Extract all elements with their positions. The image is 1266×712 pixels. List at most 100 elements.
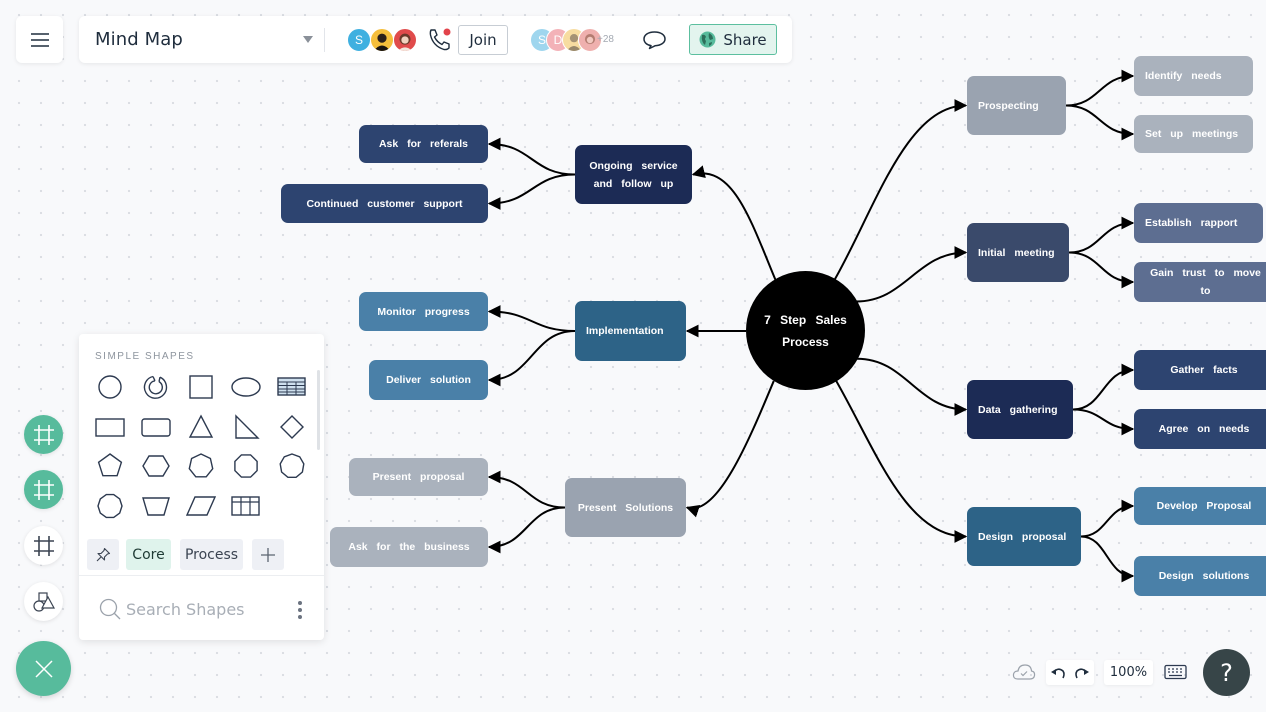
- leaf-node-design-2[interactable]: Design solutions: [1134, 556, 1266, 596]
- share-button[interactable]: Share: [689, 24, 777, 55]
- central-topic-label: 7 Step Sales Process: [764, 312, 847, 349]
- panel-divider: [79, 575, 324, 576]
- search-shapes-input[interactable]: Search Shapes: [126, 600, 245, 619]
- tab-core[interactable]: Core: [126, 539, 171, 570]
- phone-call-icon[interactable]: [427, 27, 453, 53]
- zoom-level[interactable]: 100%: [1104, 660, 1153, 685]
- leaf-node-design-1[interactable]: Develop Proposal: [1134, 487, 1266, 525]
- shapes-icon: [32, 591, 55, 612]
- branch-node-prospecting-label: Prospecting: [978, 99, 1039, 112]
- leaf-node-design-2-label: Design solutions: [1158, 570, 1250, 582]
- leaf-node-prospecting-2[interactable]: Set up meetings: [1134, 115, 1253, 153]
- tab-process[interactable]: Process: [180, 539, 243, 570]
- leaf-node-initial-2[interactable]: Gain trust to move to: [1134, 262, 1266, 302]
- document-title[interactable]: Mind Map: [95, 29, 183, 50]
- more-options-icon[interactable]: [295, 599, 305, 621]
- frame-tool-button[interactable]: [24, 415, 63, 454]
- branch-node-implementation[interactable]: Implementation: [575, 301, 686, 361]
- leaf-node-present-1-label: Present proposal: [372, 471, 465, 483]
- leaf-node-ongoing-1[interactable]: Ask for referals: [359, 125, 488, 163]
- shape-nonagon[interactable]: [277, 451, 307, 481]
- branch-node-initial[interactable]: Initial meeting: [967, 223, 1069, 282]
- help-button[interactable]: ?: [1203, 649, 1250, 696]
- shape-table[interactable]: [277, 372, 307, 402]
- redo-icon[interactable]: [1074, 666, 1090, 680]
- shape-octagon[interactable]: [231, 451, 261, 481]
- edge-center-to-prospecting[interactable]: [833, 99, 968, 281]
- shape-triangle[interactable]: [186, 412, 216, 442]
- call-avatar[interactable]: [393, 28, 417, 52]
- shape-pentagon[interactable]: [95, 451, 125, 481]
- close-toolbar-button[interactable]: [16, 641, 71, 696]
- leaf-node-initial-1[interactable]: Establish rapport: [1134, 203, 1263, 243]
- central-topic-node[interactable]: 7 Step Sales Process: [746, 271, 865, 390]
- shape-heptagon[interactable]: [186, 451, 216, 481]
- edge-ongoing-to-leaf-1[interactable]: [487, 137, 576, 176]
- edge-center-to-initial[interactable]: [856, 246, 968, 303]
- shape-trapezoid[interactable]: [141, 491, 171, 521]
- edge-data-to-leaf-1[interactable]: [1072, 363, 1135, 411]
- panel-scrollbar[interactable]: [317, 370, 320, 450]
- join-call-button[interactable]: Join: [458, 25, 508, 55]
- edge-center-to-data[interactable]: [857, 357, 968, 416]
- shape-rectangle[interactable]: [95, 412, 125, 442]
- edge-center-to-present[interactable]: [685, 380, 775, 518]
- edge-implementation-to-leaf-1[interactable]: [487, 305, 576, 332]
- branch-node-present[interactable]: Present Solutions: [565, 478, 686, 537]
- edge-present-to-leaf-1[interactable]: [487, 470, 566, 509]
- edge-prospecting-to-leaf-2[interactable]: [1065, 104, 1135, 141]
- shape-ellipse[interactable]: [231, 372, 261, 402]
- shape-rounded-rectangle[interactable]: [141, 412, 171, 442]
- undo-icon[interactable]: [1050, 666, 1066, 680]
- add-tab-button[interactable]: [252, 539, 284, 570]
- leaf-node-prospecting-1[interactable]: Identify needs: [1134, 56, 1253, 96]
- edge-initial-to-leaf-2[interactable]: [1068, 251, 1135, 289]
- edge-design-to-leaf-2[interactable]: [1080, 535, 1135, 583]
- shape-right-triangle[interactable]: [231, 412, 261, 442]
- shape-square[interactable]: [186, 372, 216, 402]
- menu-button[interactable]: [16, 16, 63, 63]
- frame-tool-button-3[interactable]: [24, 526, 63, 565]
- edge-design-to-leaf-1[interactable]: [1080, 499, 1135, 538]
- leaf-node-implementation-1[interactable]: Monitor progress: [359, 292, 488, 331]
- leaf-node-present-1[interactable]: Present proposal: [349, 458, 488, 496]
- edge-implementation-to-leaf-2[interactable]: [487, 330, 576, 387]
- frame-tool-button-2[interactable]: [24, 470, 63, 509]
- call-avatar[interactable]: [370, 28, 394, 52]
- leaf-node-data-1[interactable]: Gather facts: [1134, 350, 1266, 390]
- edge-prospecting-to-leaf-1[interactable]: [1065, 69, 1135, 107]
- shape-hexagon[interactable]: [141, 451, 171, 481]
- edge-center-to-design[interactable]: [835, 380, 968, 543]
- edge-data-to-leaf-2[interactable]: [1072, 408, 1135, 436]
- shape-grid[interactable]: [231, 491, 261, 521]
- edge-present-to-leaf-2[interactable]: [487, 506, 566, 554]
- leaf-node-present-2[interactable]: Ask for the business: [330, 527, 488, 567]
- shape-decagon[interactable]: [95, 491, 125, 521]
- parallelogram-icon: [186, 496, 216, 516]
- shape-partial-ring[interactable]: [141, 372, 171, 402]
- edge-ongoing-to-leaf-2[interactable]: [487, 173, 576, 210]
- pin-tab[interactable]: [87, 539, 119, 570]
- plus-icon: [261, 547, 275, 562]
- title-dropdown-icon[interactable]: [303, 36, 313, 43]
- call-avatar[interactable]: S: [347, 28, 371, 52]
- leaf-node-present-2-label: Ask for the business: [348, 541, 470, 553]
- leaf-node-implementation-2[interactable]: Deliver solution: [369, 360, 488, 400]
- more-viewers-count[interactable]: +28: [597, 34, 614, 45]
- leaf-node-ongoing-2[interactable]: Continued customer support: [281, 184, 488, 223]
- leaf-node-data-2[interactable]: Agree on needs: [1134, 409, 1266, 449]
- branch-node-design[interactable]: Design proposal: [967, 507, 1081, 566]
- edge-initial-to-leaf-1[interactable]: [1068, 216, 1135, 254]
- leaf-node-prospecting-1-label: Identify needs: [1145, 70, 1222, 82]
- shapes-tool-button[interactable]: [24, 582, 63, 621]
- keyboard-icon[interactable]: [1164, 664, 1187, 680]
- branch-node-ongoing[interactable]: Ongoing service and follow up: [575, 145, 692, 204]
- shape-parallelogram[interactable]: [186, 491, 216, 521]
- branch-node-prospecting[interactable]: Prospecting: [967, 76, 1066, 135]
- edge-center-to-ongoing[interactable]: [691, 165, 777, 281]
- branch-node-data[interactable]: Data gathering: [967, 380, 1073, 439]
- shape-circle[interactable]: [95, 372, 125, 402]
- comment-icon[interactable]: [642, 29, 667, 51]
- branch-node-design-label: Design proposal: [978, 530, 1067, 543]
- shape-diamond[interactable]: [277, 412, 307, 442]
